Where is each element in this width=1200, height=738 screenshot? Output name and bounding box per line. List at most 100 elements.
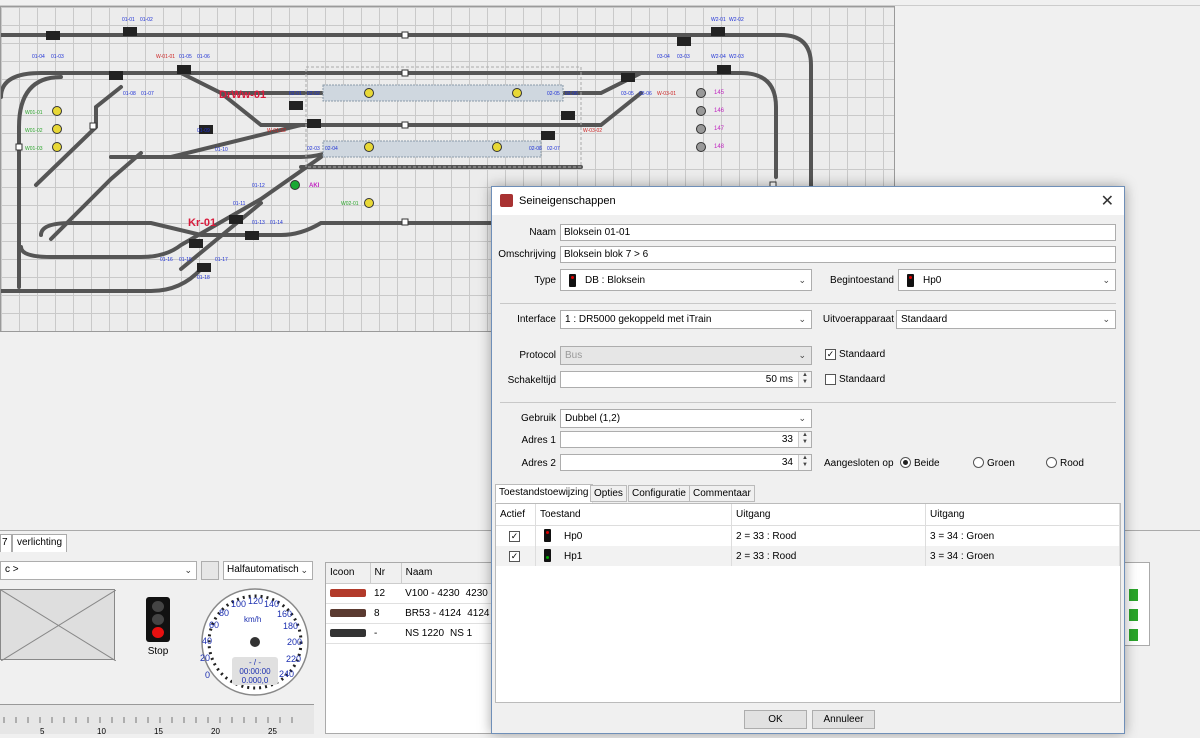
- radio-groen[interactable]: [973, 457, 984, 468]
- divider: [500, 303, 1116, 304]
- standaard-schakeltijd-label: Standaard: [839, 374, 886, 385]
- column-header-toestand[interactable]: Toestand: [536, 504, 732, 526]
- tab-verlichting[interactable]: verlichting: [12, 534, 68, 552]
- spinner-icon[interactable]: ▲ ▼: [798, 455, 811, 470]
- battery-icon: [1129, 629, 1138, 641]
- close-icon[interactable]: ✕: [1101, 191, 1114, 211]
- uitgang-1-value[interactable]: 2 = 33 : Rood: [732, 546, 926, 566]
- schakeltijd-label: Schakeltijd: [507, 375, 556, 386]
- actief-checkbox[interactable]: ✓: [509, 551, 520, 562]
- table-row[interactable]: ✓ Hp0 2 = 33 : Rood 3 = 34 : Groen: [496, 526, 1120, 546]
- column-header-nr[interactable]: Nr: [370, 563, 402, 584]
- omschrijving-input[interactable]: Bloksein blok 7 > 6: [560, 246, 1116, 263]
- standaard-schakeltijd-checkbox[interactable]: [825, 374, 836, 385]
- actief-checkbox[interactable]: ✓: [509, 531, 520, 542]
- naam-input[interactable]: Bloksein 01-01: [560, 224, 1116, 241]
- label-drww-01: DrWw-01: [219, 89, 267, 101]
- column-header-naam[interactable]: Naam: [401, 563, 495, 584]
- stop-signal-icon[interactable]: [146, 597, 170, 642]
- gauge-tick: 0: [205, 670, 211, 680]
- gebruik-value: Dubbel (1,2): [565, 413, 621, 424]
- actief-cell: ✓: [496, 546, 536, 566]
- gauge-tick: 140: [264, 599, 280, 609]
- train-selector[interactable]: c > ⌄: [0, 561, 197, 580]
- cancel-button[interactable]: Annuleer: [812, 710, 875, 729]
- ruler-tick: 10: [97, 727, 106, 736]
- loco-naam: NS 1220: [405, 627, 445, 639]
- mode-selector[interactable]: Halfautomatisch ⌄: [223, 561, 313, 580]
- adres2-input[interactable]: 34 ▲ ▼: [560, 454, 812, 471]
- loco-naam-cell: BR53 - 4124 4124: [401, 603, 494, 624]
- schakeltijd-input[interactable]: 50 ms ▲ ▼: [560, 371, 812, 388]
- column-header-actief[interactable]: Actief: [496, 504, 536, 526]
- tab-configuratie[interactable]: Configuratie: [628, 485, 690, 502]
- option-button[interactable]: [201, 561, 219, 580]
- column-header-uitgang-1[interactable]: Uitgang: [732, 504, 926, 526]
- protocol-label: Protocol: [519, 350, 556, 361]
- adres1-input[interactable]: 33 ▲ ▼: [560, 431, 812, 448]
- toestand-value: Hp1: [564, 551, 583, 562]
- radio-rood[interactable]: [1046, 457, 1057, 468]
- chevron-down-icon: ⌄: [1102, 314, 1110, 324]
- label-kr-01: Kr-01: [188, 217, 217, 229]
- loco-naam: BR53 - 4124: [405, 607, 462, 619]
- gauge-tick: 120: [248, 596, 264, 606]
- type-label: Type: [534, 275, 556, 286]
- lower-tabstrip: 7 verlichting: [0, 534, 500, 552]
- protocol-value: Bus: [565, 350, 583, 361]
- ruler-tick: 5: [40, 727, 45, 736]
- speed-ruler[interactable]: 5 10 15 20 25: [0, 704, 314, 736]
- tab-7[interactable]: 7: [0, 534, 12, 552]
- spinner-icon[interactable]: ▲ ▼: [798, 372, 811, 387]
- adres2-value: 34: [781, 457, 793, 468]
- radio-beide[interactable]: [900, 457, 911, 468]
- uitgang-1-value[interactable]: 2 = 33 : Rood: [732, 526, 926, 546]
- gauge-tick: 100: [231, 599, 247, 609]
- battery-icon: [1129, 609, 1138, 621]
- uitgang-2-value[interactable]: 3 = 34 : Groen: [926, 546, 1120, 566]
- chevron-down-icon: ⌄: [798, 413, 806, 423]
- column-header-icoon[interactable]: Icoon: [326, 563, 371, 584]
- table-row[interactable]: 8 BR53 - 4124 4124: [326, 603, 494, 624]
- chevron-down-icon: ⌄: [300, 565, 308, 575]
- interface-select[interactable]: 1 : DR5000 gekoppeld met iTrain ⌄: [560, 310, 812, 329]
- uitvoerapparaat-select[interactable]: Standaard ⌄: [896, 310, 1116, 329]
- uitvoerapparaat-label: Uitvoerapparaat: [822, 314, 894, 325]
- protocol-select: Bus ⌄: [560, 346, 812, 365]
- standaard-protocol-checkbox[interactable]: ✓: [825, 349, 836, 360]
- gauge-tick: 60: [209, 620, 220, 630]
- loco-extra: NS 1: [450, 627, 473, 639]
- uitvoerapparaat-value: Standaard: [901, 314, 948, 325]
- gauge-odometer: 0.000,0: [241, 676, 269, 685]
- begintoestand-value: Hp0: [923, 275, 942, 286]
- table-row[interactable]: 12 V100 - 4230 4230: [326, 583, 494, 604]
- toestand-cell: Hp1: [536, 546, 732, 566]
- gauge-readout: - / - 00:00:00 0.000,0: [232, 658, 278, 685]
- table-row[interactable]: ✓ Hp1 2 = 33 : Rood 3 = 34 : Groen: [496, 546, 1120, 566]
- locomotive-table[interactable]: Icoon Nr Naam 12 V100 - 4230 4230 8 BR53 …: [325, 562, 495, 734]
- battery-icon: [1129, 589, 1138, 601]
- ruler-tick: 25: [268, 727, 277, 736]
- gauge-tick: 160: [277, 609, 293, 619]
- ok-button[interactable]: OK: [744, 710, 807, 729]
- loco-icon: [326, 603, 370, 624]
- interface-label: Interface: [517, 314, 556, 325]
- spinner-icon[interactable]: ▲ ▼: [798, 432, 811, 447]
- type-select[interactable]: DB : Bloksein ⌄: [560, 269, 812, 291]
- table-row[interactable]: - NS 1220 NS 1: [326, 623, 494, 644]
- chevron-down-icon: ⌄: [1102, 275, 1110, 285]
- begintoestand-select[interactable]: Hp0 ⌄: [898, 269, 1116, 291]
- gauge-speed: - / -: [249, 658, 261, 667]
- dialog-titlebar[interactable]: Seineigenschappen ✕: [492, 187, 1124, 215]
- tab-toestandstoewijzing[interactable]: Toestandstoewijzing: [495, 484, 593, 503]
- loco-naam-cell: NS 1220 NS 1: [401, 623, 494, 644]
- tab-opties[interactable]: Opties: [590, 485, 627, 502]
- loco-extra: 4230: [465, 587, 488, 599]
- gebruik-select[interactable]: Dubbel (1,2) ⌄: [560, 409, 812, 428]
- signal-icon: [907, 274, 914, 287]
- ruler-tick: 15: [154, 727, 163, 736]
- uitgang-2-value[interactable]: 3 = 34 : Groen: [926, 526, 1120, 546]
- column-header-uitgang-2[interactable]: Uitgang: [926, 504, 1120, 526]
- tab-commentaar[interactable]: Commentaar: [689, 485, 755, 502]
- speedometer[interactable]: 0 20 40 60 80 100 120 140 160 180 200 22…: [200, 587, 310, 697]
